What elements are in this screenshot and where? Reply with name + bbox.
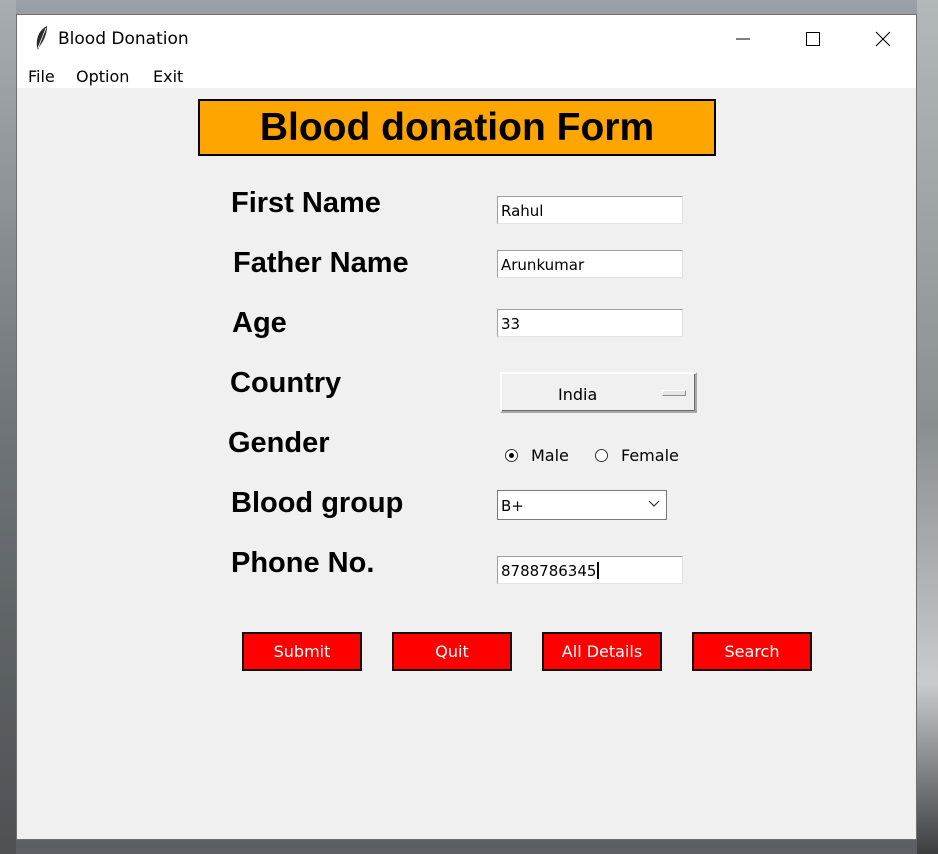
first-name-label: First Name	[231, 187, 381, 219]
father-name-input[interactable]: Arunkumar	[497, 250, 683, 278]
radio-checked-icon	[505, 449, 518, 462]
country-label: Country	[230, 367, 342, 399]
close-button[interactable]	[848, 15, 918, 62]
window-title: Blood Donation	[58, 29, 189, 49]
desktop-background-right	[917, 0, 938, 854]
app-window: Blood Donation File Option Exit Blood do…	[16, 14, 917, 840]
text-cursor	[597, 562, 600, 579]
desktop-background-left	[0, 0, 16, 854]
father-name-label: Father Name	[233, 247, 409, 279]
search-button[interactable]: Search	[692, 632, 812, 671]
all-details-button[interactable]: All Details	[542, 632, 662, 671]
minimize-icon	[736, 38, 750, 39]
gender-female-label: Female	[621, 446, 679, 465]
phone-input-value: 8788786345	[501, 562, 597, 580]
option-indicator-icon	[662, 390, 686, 396]
chevron-down-icon	[648, 500, 660, 507]
age-input[interactable]: 33	[497, 309, 683, 337]
gender-radio-female[interactable]: Female	[595, 446, 679, 465]
close-icon	[875, 31, 891, 46]
first-name-input[interactable]: Rahul	[497, 196, 683, 224]
feather-icon	[36, 26, 47, 50]
age-label: Age	[232, 307, 287, 339]
quit-button[interactable]: Quit	[392, 632, 512, 671]
gender-label: Gender	[228, 427, 330, 459]
phone-input[interactable]: 8788786345	[497, 556, 683, 584]
gender-male-label: Male	[531, 446, 569, 465]
maximize-button[interactable]	[778, 15, 848, 62]
menu-exit[interactable]: Exit	[153, 67, 183, 86]
blood-group-value: B+	[501, 497, 524, 515]
title-bar[interactable]: Blood Donation	[17, 15, 916, 62]
phone-label: Phone No.	[231, 547, 375, 579]
blood-group-label: Blood group	[231, 487, 404, 519]
gender-radio-male[interactable]: Male	[505, 446, 569, 465]
country-select[interactable]: India	[500, 372, 697, 413]
menu-file[interactable]: File	[28, 67, 55, 86]
submit-button[interactable]: Submit	[242, 632, 362, 671]
radio-unchecked-icon	[595, 449, 608, 462]
maximize-icon	[806, 31, 820, 46]
country-select-value: India	[558, 385, 598, 404]
minimize-button[interactable]	[708, 15, 778, 62]
blood-group-combobox[interactable]: B+	[497, 490, 667, 520]
form-title: Blood donation Form	[198, 99, 716, 156]
menu-bar: File Option Exit	[17, 62, 916, 88]
menu-option[interactable]: Option	[76, 67, 129, 86]
